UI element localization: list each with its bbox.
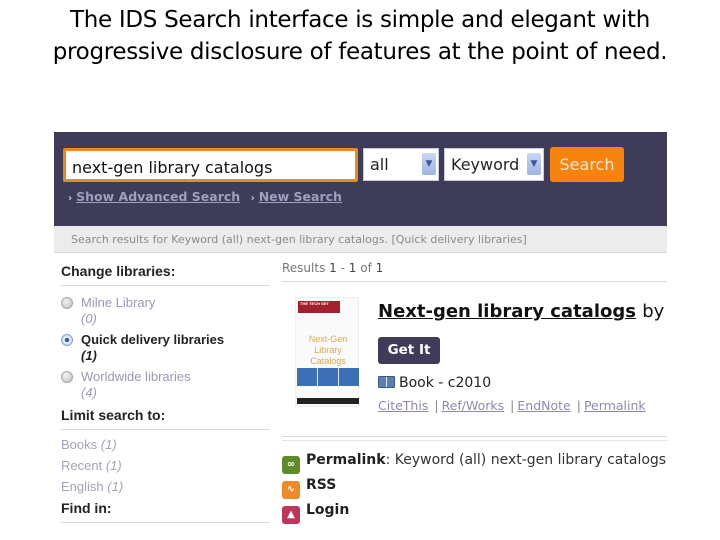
search-type-select[interactable]: Keyword ▼	[444, 148, 544, 181]
rss-label: RSS	[306, 477, 337, 493]
limit-option-books[interactable]: Books (1)	[54, 434, 272, 455]
divider	[282, 281, 667, 282]
separator: |	[576, 398, 581, 413]
library-name: Milne Library	[81, 295, 156, 310]
permalink-text: : Keyword (all) next-gen library catalog…	[385, 452, 667, 468]
limit-count: (1)	[105, 458, 122, 473]
radio-button-selected[interactable]	[61, 334, 73, 346]
results-end: 1	[348, 261, 357, 275]
record-format-text: Book - c2010	[399, 375, 492, 391]
ids-search-screenshot: all ▼ Keyword ▼ Search ›Show Advanced Se…	[54, 132, 667, 540]
permalink-label: Permalink	[306, 452, 386, 468]
search-type-value: Keyword	[451, 155, 520, 174]
user-icon: ▲	[282, 506, 300, 524]
search-summary-bar: Search results for Keyword (all) next-ge…	[54, 226, 667, 253]
limit-name: Recent	[61, 458, 103, 473]
change-libraries-heading: Change libraries:	[61, 263, 176, 279]
cite-this-link[interactable]: CiteThis	[378, 398, 428, 413]
library-option-quick-delivery[interactable]: Quick delivery libraries (1)	[54, 332, 272, 364]
record-links: CiteThis | Ref/Works | EndNote | Permalink	[378, 398, 646, 413]
library-name: Worldwide libraries	[81, 369, 191, 384]
library-count: (1)	[81, 348, 97, 363]
show-advanced-search-link[interactable]: Show Advanced Search	[76, 189, 240, 204]
cover-series-band: THE TECH SET	[298, 301, 340, 313]
find-in-heading: Find in:	[61, 500, 112, 516]
divider	[60, 429, 270, 430]
record-title-link[interactable]: Next-gen library catalogs	[378, 301, 636, 322]
limit-search-heading: Limit search to:	[61, 407, 166, 423]
endnote-link[interactable]: EndNote	[517, 398, 570, 413]
cover-image-strip	[297, 368, 359, 386]
permalink-link[interactable]: Permalink	[584, 398, 646, 413]
results-total: 1	[375, 261, 384, 275]
limit-count: (1)	[107, 479, 124, 494]
search-header: all ▼ Keyword ▼ Search ›Show Advanced Se…	[54, 132, 667, 226]
results-start: 1	[329, 261, 337, 275]
separator: |	[510, 398, 515, 413]
separator: |	[434, 398, 439, 413]
results-of: of	[360, 261, 372, 275]
divider	[282, 440, 667, 441]
limit-option-recent[interactable]: Recent (1)	[54, 455, 272, 476]
chevron-right-icon: ›	[68, 193, 73, 204]
book-cover-image[interactable]: THE TECH SET Next-Gen Library Catalogs	[295, 297, 359, 407]
permalink-tool[interactable]: ∞ Permalink: Keyword (all) next-gen libra…	[282, 450, 667, 475]
scope-select-value: all	[370, 155, 389, 174]
record-format: Book - c2010	[378, 375, 491, 391]
results-label: Results	[282, 261, 326, 275]
sidebar: Change libraries: Milne Library (0) Quic…	[54, 253, 272, 540]
login-label: Login	[306, 502, 350, 518]
search-button[interactable]: Search	[550, 147, 624, 182]
new-search-link[interactable]: New Search	[259, 189, 342, 204]
search-input[interactable]	[63, 148, 358, 182]
divider	[282, 436, 667, 437]
get-it-button[interactable]: Get It	[378, 337, 440, 364]
login-tool[interactable]: ▲ Login	[282, 500, 667, 525]
rss-tool[interactable]: ∿ RSS	[282, 475, 667, 500]
divider	[60, 285, 270, 286]
slide-title-line-1: The IDS Search interface is simple and e…	[70, 7, 650, 33]
cover-title: Next-Gen Library Catalogs	[308, 334, 348, 366]
library-count: (0)	[81, 311, 97, 326]
radio-button[interactable]	[61, 371, 73, 383]
results-count: Results 1 - 1 of 1	[282, 261, 384, 275]
rss-icon: ∿	[282, 481, 300, 499]
results-panel: Results 1 - 1 of 1 THE TECH SET Next-Gen…	[282, 253, 667, 540]
limit-name: Books	[61, 437, 98, 452]
library-name: Quick delivery libraries	[81, 332, 225, 347]
limit-option-english[interactable]: English (1)	[54, 476, 272, 497]
divider	[60, 522, 270, 523]
scope-select[interactable]: all ▼	[363, 148, 439, 181]
page-tools: ∞ Permalink: Keyword (all) next-gen libra…	[282, 450, 667, 525]
record-title: Next-gen library catalogs by	[378, 301, 664, 322]
library-option-worldwide[interactable]: Worldwide libraries (4)	[54, 369, 272, 401]
library-option-milne[interactable]: Milne Library (0)	[54, 295, 272, 327]
slide-title-line-2: progressive disclosure of features at th…	[52, 39, 668, 65]
record-by: by	[642, 301, 665, 322]
cover-footer	[297, 398, 359, 404]
library-count: (4)	[81, 385, 97, 400]
chevron-down-icon: ▼	[422, 153, 436, 175]
slide-title: The IDS Search interface is simple and e…	[0, 4, 720, 68]
header-links: › Show Advanced Search › New Search	[68, 189, 348, 204]
refworks-link[interactable]: Ref/Works	[442, 398, 505, 413]
limit-name: English	[61, 479, 104, 494]
book-icon	[378, 376, 395, 388]
chevron-right-icon: ›	[250, 193, 255, 204]
limit-count: (1)	[100, 437, 117, 452]
chevron-down-icon: ▼	[527, 153, 541, 175]
link-icon: ∞	[282, 456, 300, 474]
radio-button[interactable]	[61, 297, 73, 309]
